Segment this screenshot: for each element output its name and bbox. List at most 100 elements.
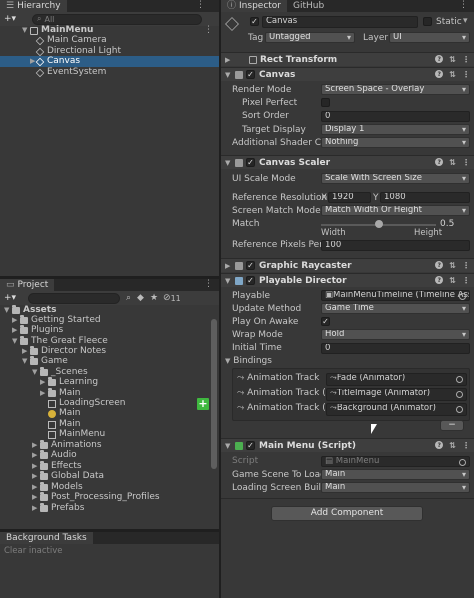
tab-background-tasks[interactable]: Background Tasks: [0, 532, 93, 544]
bindings-label[interactable]: ▼ Bindings: [225, 355, 272, 367]
expand-arrow-icon[interactable]: ▶: [12, 325, 20, 336]
add-button[interactable]: +▾: [4, 14, 24, 24]
help-icon[interactable]: ?: [435, 55, 444, 63]
director-enabled-toggle[interactable]: ✓: [246, 276, 255, 285]
more-icon[interactable]: ⋮: [462, 70, 470, 79]
ref-x-field[interactable]: 1920: [328, 192, 371, 203]
canvas-enabled-toggle[interactable]: ✓: [246, 70, 255, 79]
more-icon[interactable]: ⋮: [459, 0, 468, 10]
collapse-arrow-icon[interactable]: ▼: [225, 277, 235, 285]
ui-scale-mode-dropdown[interactable]: Scale With Screen Size: [321, 173, 470, 184]
project-scrollbar[interactable]: [211, 319, 217, 469]
hierarchy-item-canvas[interactable]: ▶ Canvas: [0, 56, 219, 67]
tab-project[interactable]: ▭ Project: [0, 279, 55, 291]
layer-dropdown[interactable]: UI: [389, 32, 470, 43]
more-icon[interactable]: ⋮: [462, 55, 470, 64]
hierarchy-item-eventsystem[interactable]: EventSystem: [0, 67, 219, 78]
static-dropdown-icon[interactable]: ▾: [463, 16, 468, 26]
object-name-field[interactable]: Canvas: [262, 16, 418, 28]
ref-y-field[interactable]: 1080: [380, 192, 470, 203]
label-filter-icon[interactable]: ★: [150, 293, 158, 303]
collapse-arrow-icon[interactable]: ▼: [225, 71, 235, 79]
tab-hierarchy[interactable]: ☰ Hierarchy: [0, 0, 67, 12]
expand-arrow-icon[interactable]: ▶: [32, 450, 40, 461]
preset-icon[interactable]: ⇅: [449, 158, 456, 167]
match-slider-knob[interactable]: [374, 220, 383, 228]
project-item-prefabs[interactable]: ▶ Prefabs: [0, 503, 84, 514]
script-enabled-toggle[interactable]: ✓: [246, 441, 255, 450]
expand-arrow-icon[interactable]: ▼: [22, 356, 30, 367]
reference-ppu-field[interactable]: 100: [321, 240, 470, 251]
preset-icon[interactable]: ⇅: [449, 276, 456, 285]
shader-channels-dropdown[interactable]: Nothing: [321, 137, 470, 148]
wrap-mode-dropdown[interactable]: Hold: [321, 329, 470, 340]
more-icon[interactable]: ⋮: [204, 279, 213, 289]
help-icon[interactable]: ?: [435, 158, 444, 166]
tag-dropdown[interactable]: Untagged: [265, 32, 355, 43]
binding-field-2[interactable]: ⤳Background (Animator): [326, 403, 467, 416]
preset-icon[interactable]: ⇅: [449, 55, 456, 64]
help-icon[interactable]: ?: [435, 70, 444, 78]
binding-field-0[interactable]: ⤳Fade (Animator): [326, 373, 467, 386]
more-icon[interactable]: ⋮: [462, 158, 470, 167]
preset-icon[interactable]: ⇅: [449, 261, 456, 270]
project-item-game[interactable]: ▼ Game: [0, 356, 68, 367]
initial-time-field[interactable]: 0: [321, 343, 470, 354]
project-item-main-lighting[interactable]: Main: [0, 408, 81, 419]
project-item-global-data[interactable]: ▶ Global Data: [0, 471, 104, 482]
screen-match-mode-dropdown[interactable]: Match Width Or Height: [321, 205, 470, 216]
playable-object-field[interactable]: ▣MainMenuTimeline (Timeline Asse: [321, 290, 470, 301]
graphic-raycaster-header[interactable]: ▶ ✓ Graphic Raycaster ? ⇅ ⋮: [221, 258, 474, 272]
canvas-scaler-enabled-toggle[interactable]: ✓: [246, 158, 255, 167]
project-item-learning[interactable]: ▶ Learning: [0, 377, 98, 388]
expand-arrow-icon[interactable]: ▶: [32, 503, 40, 514]
preset-icon[interactable]: ⇅: [449, 70, 456, 79]
playable-director-header[interactable]: ▼ ✓ Playable Director ? ⇅ ⋮: [221, 273, 474, 287]
help-icon[interactable]: ?: [435, 261, 444, 269]
expand-arrow-icon[interactable]: ▶: [40, 377, 48, 388]
help-icon[interactable]: ?: [435, 276, 444, 284]
project-item-audio[interactable]: ▶ Audio: [0, 450, 77, 461]
more-icon[interactable]: ⋮: [462, 261, 470, 270]
project-search-input[interactable]: [28, 292, 120, 304]
match-value[interactable]: 0.5: [440, 219, 454, 229]
more-icon[interactable]: ⋮: [462, 441, 470, 450]
expand-arrow-icon[interactable]: ▶: [32, 471, 40, 482]
type-filter-icon[interactable]: ◆: [137, 293, 144, 303]
hierarchy-search-input[interactable]: ⌕ All: [32, 13, 202, 25]
hidden-packages-icon[interactable]: ⊘: [163, 293, 171, 303]
add-button[interactable]: +▾: [4, 293, 24, 303]
game-scene-dropdown[interactable]: Main: [321, 469, 470, 480]
canvas-header[interactable]: ▼ ✓ Canvas ? ⇅ ⋮: [221, 67, 474, 81]
update-method-dropdown[interactable]: Game Time: [321, 303, 470, 314]
add-component-button[interactable]: Add Component: [271, 506, 423, 521]
static-toggle[interactable]: [423, 17, 436, 29]
target-display-dropdown[interactable]: Display 1: [321, 124, 470, 135]
play-on-awake-toggle[interactable]: ✓: [321, 317, 334, 327]
rect-transform-header[interactable]: ▶ Rect Transform ? ⇅ ⋮: [221, 52, 474, 66]
tab-inspector[interactable]: ⓘ Inspector: [221, 0, 287, 12]
expand-arrow-icon[interactable]: ▶: [32, 492, 40, 503]
pixel-perfect-toggle[interactable]: [321, 98, 334, 110]
project-item-post-processing[interactable]: ▶ Post_Processing_Profiles: [0, 492, 160, 503]
raycaster-enabled-toggle[interactable]: ✓: [246, 261, 255, 270]
main-menu-script-header[interactable]: ▼ ✓ Main Menu (Script) ? ⇅ ⋮: [221, 438, 474, 452]
remove-binding-button[interactable]: −: [440, 420, 464, 431]
render-mode-dropdown[interactable]: Screen Space - Overlay: [321, 84, 470, 95]
canvas-scaler-header[interactable]: ▼ ✓ Canvas Scaler ? ⇅ ⋮: [221, 155, 474, 169]
binding-field-1[interactable]: ⤳TitleImage (Animator): [326, 388, 467, 401]
more-icon[interactable]: ⋮: [462, 276, 470, 285]
clear-inactive-button[interactable]: Clear inactive: [4, 546, 63, 556]
search-filter-icon[interactable]: ⌕: [126, 293, 131, 303]
expand-arrow-icon[interactable]: ▶: [225, 56, 235, 64]
tab-github[interactable]: GitHub: [287, 0, 330, 12]
expand-arrow-icon[interactable]: ▶: [225, 262, 235, 270]
collapse-arrow-icon[interactable]: ▼: [225, 442, 235, 450]
project-item-plugins[interactable]: ▶ Plugins: [0, 325, 63, 336]
help-icon[interactable]: ?: [435, 441, 444, 449]
project-item-mainmenu[interactable]: MainMenu: [0, 429, 105, 440]
loading-screen-dropdown[interactable]: Main: [321, 482, 470, 493]
sort-order-field[interactable]: 0: [321, 111, 470, 122]
collapse-arrow-icon[interactable]: ▼: [225, 159, 235, 167]
more-icon[interactable]: ⋮: [196, 0, 205, 10]
